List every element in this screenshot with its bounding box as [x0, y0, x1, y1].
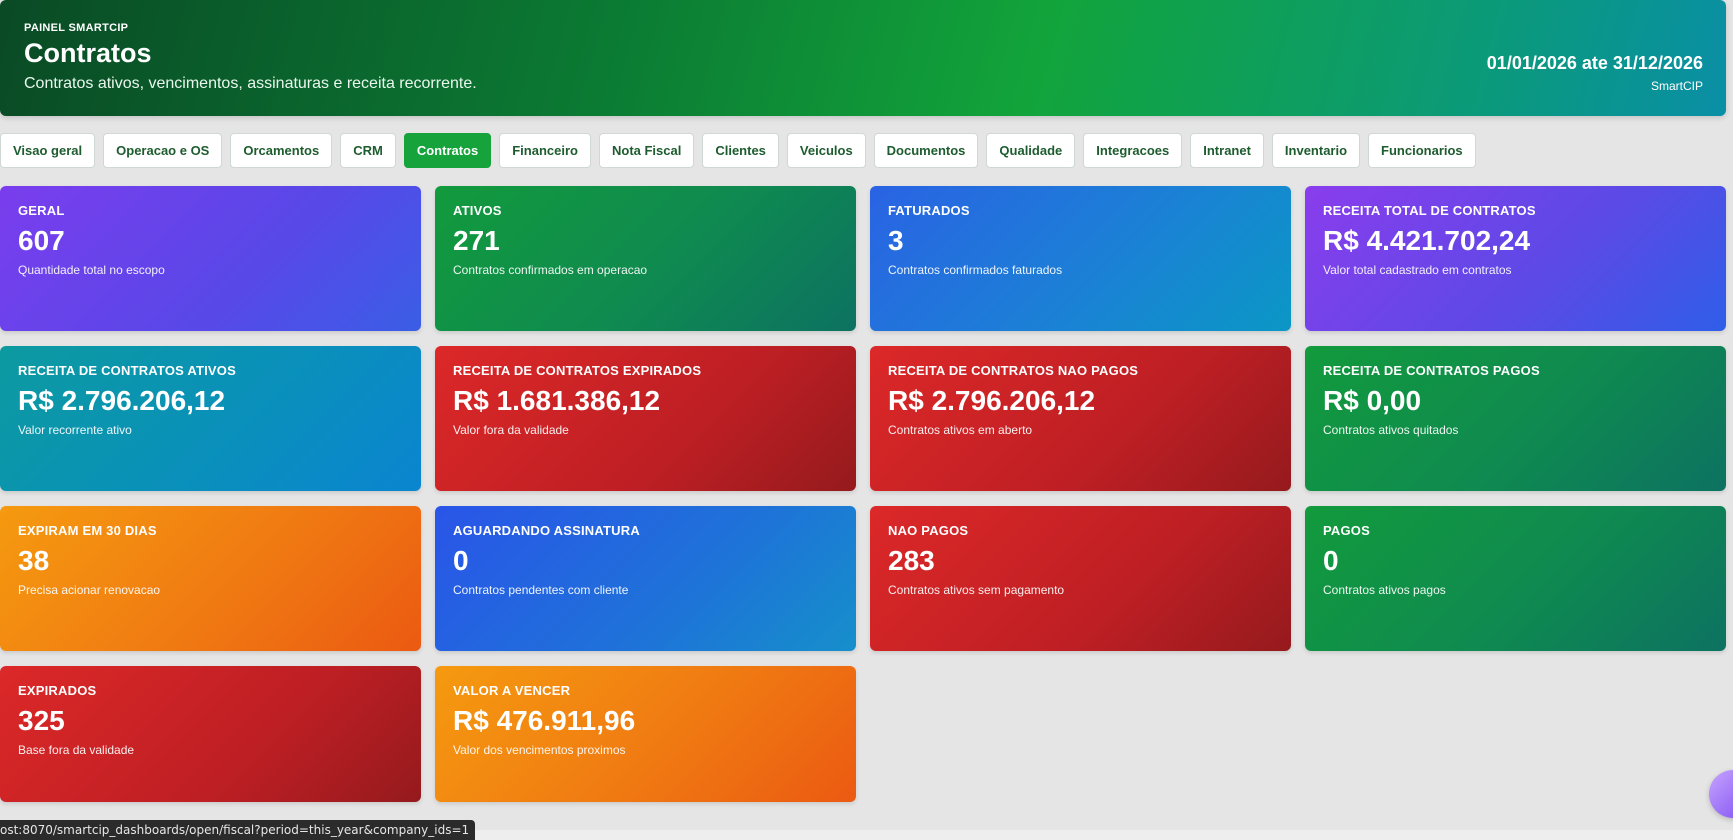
header-eyebrow: PAINEL SMARTCIP — [24, 22, 129, 34]
kpi-card-pagos: PAGOS 0 Contratos ativos pagos — [1305, 506, 1726, 651]
kpi-value: 0 — [1323, 545, 1339, 576]
kpi-label: RECEITA DE CONTRATOS ATIVOS — [18, 363, 236, 378]
kpi-label: VALOR A VENCER — [453, 683, 571, 698]
kpi-description: Contratos ativos sem pagamento — [888, 583, 1065, 597]
kpi-label: GERAL — [18, 203, 65, 218]
dashboard-tabs: Visao geral Operacao e OS Orcamentos CRM… — [0, 133, 1476, 169]
kpi-label: NAO PAGOS — [888, 523, 969, 538]
tab-veiculos[interactable]: Veiculos — [786, 133, 866, 168]
tab-orcamentos[interactable]: Orcamentos — [230, 133, 333, 168]
kpi-value: 38 — [18, 545, 50, 576]
kpi-card-nao-pagos: NAO PAGOS 283 Contratos ativos sem pagam… — [870, 506, 1291, 651]
kpi-label: AGUARDANDO ASSINATURA — [453, 523, 640, 538]
kpi-description: Contratos ativos quitados — [1323, 423, 1459, 437]
kpi-value: 0 — [453, 545, 469, 576]
page-subtitle: Contratos ativos, vencimentos, assinatur… — [24, 75, 477, 92]
page-title: Contratos — [24, 38, 152, 68]
kpi-value: R$ 2.796.206,12 — [888, 385, 1096, 416]
kpi-card-receita-nao-pagos: RECEITA DE CONTRATOS NAO PAGOS R$ 2.796.… — [870, 346, 1291, 491]
kpi-label: RECEITA DE CONTRATOS NAO PAGOS — [888, 363, 1139, 378]
kpi-value: 3 — [888, 225, 904, 256]
kpi-value: R$ 4.421.702,24 — [1323, 225, 1531, 256]
kpi-value: 325 — [18, 705, 65, 736]
kpi-value: R$ 0,00 — [1323, 385, 1422, 416]
tab-inventario[interactable]: Inventario — [1271, 133, 1361, 168]
kpi-value: 607 — [18, 225, 65, 256]
kpi-card-valor-a-vencer: VALOR A VENCER R$ 476.911,96 Valor dos v… — [435, 666, 856, 802]
tab-clientes[interactable]: Clientes — [702, 133, 779, 168]
company-name: SmartCIP — [1650, 79, 1703, 93]
kpi-card-expiram-30-dias: EXPIRAM EM 30 DIAS 38 Precisa acionar re… — [0, 506, 421, 651]
tab-crm[interactable]: CRM — [340, 133, 396, 168]
dashboard-page: PAINEL SMARTCIP Contratos Contratos ativ… — [0, 0, 1733, 840]
kpi-label: RECEITA TOTAL DE CONTRATOS — [1323, 203, 1536, 218]
kpi-card-geral: GERAL 607 Quantidade total no escopo — [0, 186, 421, 331]
kpi-label: RECEITA DE CONTRATOS EXPIRADOS — [453, 363, 702, 378]
kpi-description: Valor recorrente ativo — [18, 423, 132, 437]
kpi-card-receita-pagos: RECEITA DE CONTRATOS PAGOS R$ 0,00 Contr… — [1305, 346, 1726, 491]
kpi-card-receita-ativos: RECEITA DE CONTRATOS ATIVOS R$ 2.796.206… — [0, 346, 421, 491]
kpi-card-faturados: FATURADOS 3 Contratos confirmados fatura… — [870, 186, 1291, 331]
kpi-description: Valor dos vencimentos proximos — [453, 743, 626, 757]
kpi-value: 271 — [453, 225, 500, 256]
kpi-label: EXPIRAM EM 30 DIAS — [18, 523, 157, 538]
browser-status-url: ost:8070/smartcip_dashboards/open/fiscal… — [0, 820, 476, 840]
kpi-description: Contratos confirmados faturados — [888, 263, 1063, 277]
kpi-card-expirados: EXPIRADOS 325 Base fora da validade — [0, 666, 421, 802]
kpi-value: R$ 1.681.386,12 — [453, 385, 661, 416]
floating-chat-button[interactable] — [1709, 770, 1733, 818]
tab-contratos[interactable]: Contratos — [403, 133, 492, 168]
kpi-value: R$ 476.911,96 — [453, 705, 636, 736]
kpi-description: Valor fora da validade — [453, 423, 569, 437]
tab-documentos[interactable]: Documentos — [873, 133, 979, 168]
period-range: 01/01/2026 ate 31/12/2026 — [1486, 53, 1703, 73]
kpi-label: ATIVOS — [453, 203, 502, 218]
kpi-description: Contratos pendentes com cliente — [453, 583, 629, 597]
tab-funcionarios[interactable]: Funcionarios — [1368, 133, 1476, 168]
page-header: PAINEL SMARTCIP Contratos Contratos ativ… — [0, 0, 1726, 116]
tab-qualidade[interactable]: Qualidade — [986, 133, 1076, 168]
tab-nota-fiscal[interactable]: Nota Fiscal — [598, 133, 695, 168]
kpi-label: RECEITA DE CONTRATOS PAGOS — [1323, 363, 1540, 378]
kpi-value: R$ 2.796.206,12 — [18, 385, 226, 416]
kpi-description: Contratos ativos pagos — [1323, 583, 1446, 597]
tab-financeiro[interactable]: Financeiro — [499, 133, 591, 168]
kpi-description: Precisa acionar renovacao — [18, 583, 161, 597]
kpi-description: Quantidade total no escopo — [18, 263, 165, 277]
tab-integracoes[interactable]: Integracoes — [1083, 133, 1183, 168]
kpi-card-aguardando-assinatura: AGUARDANDO ASSINATURA 0 Contratos penden… — [435, 506, 856, 651]
kpi-card-receita-total: RECEITA TOTAL DE CONTRATOS R$ 4.421.702,… — [1305, 186, 1726, 331]
kpi-description: Base fora da validade — [18, 743, 135, 757]
kpi-card-receita-expirados: RECEITA DE CONTRATOS EXPIRADOS R$ 1.681.… — [435, 346, 856, 491]
kpi-label: PAGOS — [1323, 523, 1370, 538]
kpi-card-ativos: ATIVOS 271 Contratos confirmados em oper… — [435, 186, 856, 331]
tab-visao-geral[interactable]: Visao geral — [0, 133, 96, 168]
kpi-description: Contratos ativos em aberto — [888, 423, 1033, 437]
tab-intranet[interactable]: Intranet — [1190, 133, 1264, 168]
kpi-label: EXPIRADOS — [18, 683, 97, 698]
kpi-description: Valor total cadastrado em contratos — [1323, 263, 1512, 277]
tab-operacao-e-os[interactable]: Operacao e OS — [103, 133, 223, 168]
kpi-label: FATURADOS — [888, 203, 970, 218]
kpi-value: 283 — [888, 545, 935, 576]
kpi-description: Contratos confirmados em operacao — [453, 263, 648, 277]
